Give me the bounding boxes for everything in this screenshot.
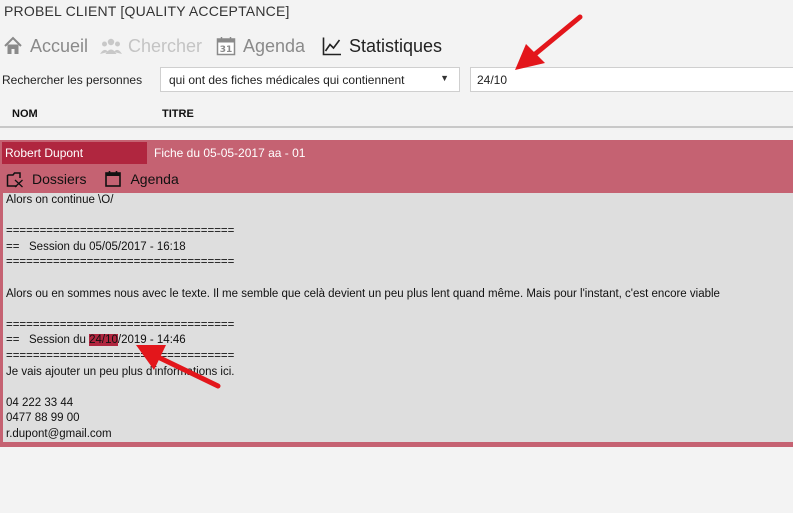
folder-icon (6, 170, 24, 188)
column-header-titre[interactable]: TITRE (162, 108, 194, 120)
note-content: Alors on continue \O/ ==================… (3, 193, 793, 442)
note-blank-line (6, 271, 793, 287)
chevron-down-icon: ▼ (440, 73, 449, 83)
note-separator: ================================== (6, 256, 235, 269)
search-bar: Rechercher les personnes qui ont des fic… (0, 66, 793, 94)
nav-statistiques-label: Statistiques (349, 35, 443, 56)
note-session-header-match: == Session du 24/10/2019 - 14:46 (6, 333, 793, 349)
app-title: PROBEL CLIENT [QUALITY ACCEPTANCE] (4, 3, 290, 19)
note-blank-line (6, 209, 793, 225)
search-criteria-value: qui ont des fiches médicales qui contien… (169, 72, 405, 87)
people-icon (100, 35, 122, 57)
note-session-header: == Session du 05/05/2017 - 16:18 (6, 240, 186, 253)
record-agenda-button[interactable]: Agenda (104, 170, 179, 188)
dossiers-button[interactable]: Dossiers (6, 170, 86, 188)
record-agenda-label: Agenda (130, 171, 179, 187)
note-email: r.dupont@gmail.com (6, 427, 112, 440)
nav-accueil[interactable]: Accueil (2, 33, 88, 59)
calendar-31-icon: 31 (215, 35, 237, 57)
note-separator: ================================== (6, 225, 235, 238)
svg-text:31: 31 (220, 45, 233, 55)
nav-accueil-label: Accueil (30, 35, 89, 56)
record-title[interactable]: Fiche du 05-05-2017 aa - 01 (154, 142, 305, 164)
search-match-highlight: 24/10 (89, 334, 118, 347)
note-separator: ================================== (6, 349, 235, 362)
dossiers-label: Dossiers (32, 171, 87, 187)
note-line: Je vais ajouter un peu plus d'informatio… (6, 365, 235, 378)
search-label: Rechercher les personnes (2, 73, 143, 87)
nav-agenda[interactable]: 31 Agenda (215, 33, 305, 59)
record-name[interactable]: Robert Dupont (2, 142, 147, 164)
note-paragraph: Alors ou en sommes nous avec le texte. I… (6, 287, 720, 300)
note-separator: ================================== (6, 318, 235, 331)
calendar-icon (104, 170, 122, 188)
search-input[interactable]: 24/10 (470, 67, 793, 92)
results-table-header: NOM TITRE (0, 102, 793, 128)
record-actions: Dossiers Agenda (6, 169, 197, 189)
result-record[interactable]: Robert Dupont Fiche du 05-05-2017 aa - 0… (0, 140, 793, 447)
note-blank-line (6, 380, 793, 396)
note-blank-line (6, 302, 793, 318)
note-line: Alors on continue \O/ (6, 194, 114, 206)
search-input-value: 24/10 (477, 72, 508, 87)
column-header-nom[interactable]: NOM (12, 108, 38, 120)
nav-agenda-label: Agenda (243, 35, 306, 56)
nav-statistiques[interactable]: Statistiques (321, 33, 442, 59)
session-suffix: /2019 - 14:46 (117, 334, 186, 347)
nav-chercher-label: Chercher (128, 35, 203, 56)
nav-chercher[interactable]: Chercher (100, 33, 202, 59)
main-navigation: Accueil Chercher 31 Agenda Statistiques (0, 33, 793, 59)
search-criteria-select[interactable]: qui ont des fiches médicales qui contien… (160, 67, 460, 92)
line-chart-icon (321, 35, 343, 57)
home-icon (2, 35, 24, 57)
session-prefix: == Session du (6, 334, 90, 347)
note-phone: 0477 88 99 00 (6, 412, 80, 425)
note-phone: 04 222 33 44 (6, 396, 74, 409)
